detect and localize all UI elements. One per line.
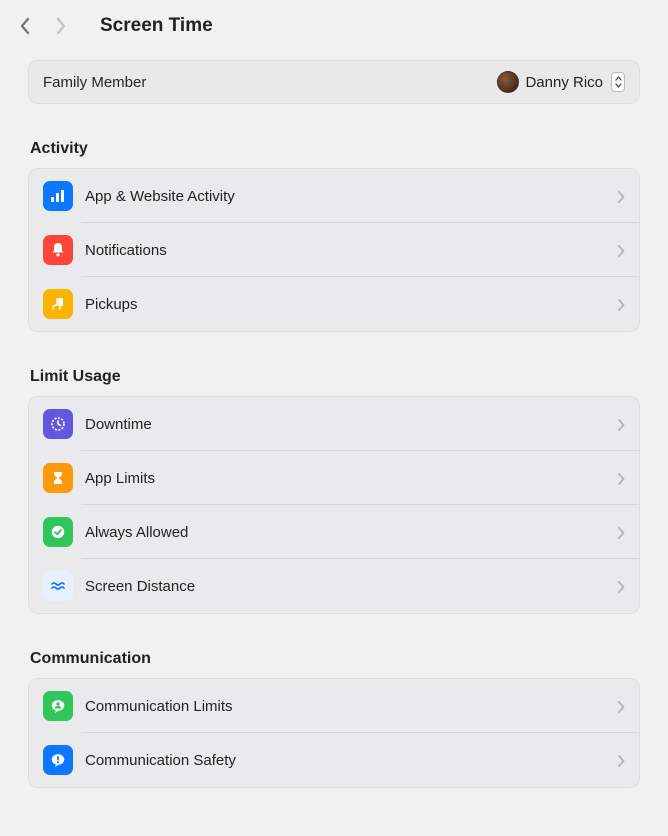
section-activity: Activity App & Website Activity Notifica…: [28, 140, 640, 332]
waves-icon: [43, 571, 73, 601]
chevron-down-icon: [615, 83, 622, 88]
section-title-activity: Activity: [30, 140, 640, 158]
page-title: Screen Time: [100, 15, 213, 37]
row-app-website-activity[interactable]: App & Website Activity: [29, 169, 639, 223]
row-label: Screen Distance: [85, 578, 617, 595]
avatar: [497, 71, 519, 93]
row-label: Communication Safety: [85, 752, 617, 769]
section-title-limit-usage: Limit Usage: [30, 368, 640, 386]
section-limit-usage: Limit Usage Downtime App Limits: [28, 368, 640, 614]
chevron-right-icon: [617, 580, 625, 592]
hourglass-icon: [43, 463, 73, 493]
row-notifications[interactable]: Notifications: [29, 223, 639, 277]
row-label: Always Allowed: [85, 524, 617, 541]
row-label: Notifications: [85, 242, 617, 259]
chevron-right-icon: [617, 298, 625, 310]
chevron-right-icon: [617, 244, 625, 256]
row-app-limits[interactable]: App Limits: [29, 451, 639, 505]
row-label: App & Website Activity: [85, 188, 617, 205]
chevron-right-icon: [55, 17, 67, 35]
row-communication-safety[interactable]: Communication Safety: [29, 733, 639, 787]
chevron-up-icon: [615, 76, 622, 81]
header: Screen Time: [0, 0, 668, 48]
section-communication: Communication Communication Limits Commu…: [28, 650, 640, 788]
person-bubble-icon: [43, 691, 73, 721]
checkmark-shield-icon: [43, 517, 73, 547]
row-label: Downtime: [85, 416, 617, 433]
section-title-communication: Communication: [30, 650, 640, 668]
chevron-right-icon: [617, 472, 625, 484]
bubble-warning-icon: [43, 745, 73, 775]
row-communication-limits[interactable]: Communication Limits: [29, 679, 639, 733]
chevron-left-icon: [19, 17, 31, 35]
pickup-icon: [43, 289, 73, 319]
row-pickups[interactable]: Pickups: [29, 277, 639, 331]
chevron-right-icon: [617, 526, 625, 538]
row-always-allowed[interactable]: Always Allowed: [29, 505, 639, 559]
bell-icon: [43, 235, 73, 265]
family-member-name: Danny Rico: [525, 74, 603, 91]
chart-bar-icon: [43, 181, 73, 211]
row-label: App Limits: [85, 470, 617, 487]
family-member-dropdown[interactable]: [611, 72, 625, 92]
chevron-right-icon: [617, 190, 625, 202]
row-label: Communication Limits: [85, 698, 617, 715]
family-member-selector[interactable]: Family Member Danny Rico: [28, 60, 640, 104]
clock-icon: [43, 409, 73, 439]
row-screen-distance[interactable]: Screen Distance: [29, 559, 639, 613]
chevron-right-icon: [617, 700, 625, 712]
back-button[interactable]: [16, 14, 34, 38]
row-downtime[interactable]: Downtime: [29, 397, 639, 451]
chevron-right-icon: [617, 754, 625, 766]
forward-button: [52, 14, 70, 38]
family-member-label: Family Member: [43, 74, 146, 91]
row-label: Pickups: [85, 296, 617, 313]
chevron-right-icon: [617, 418, 625, 430]
